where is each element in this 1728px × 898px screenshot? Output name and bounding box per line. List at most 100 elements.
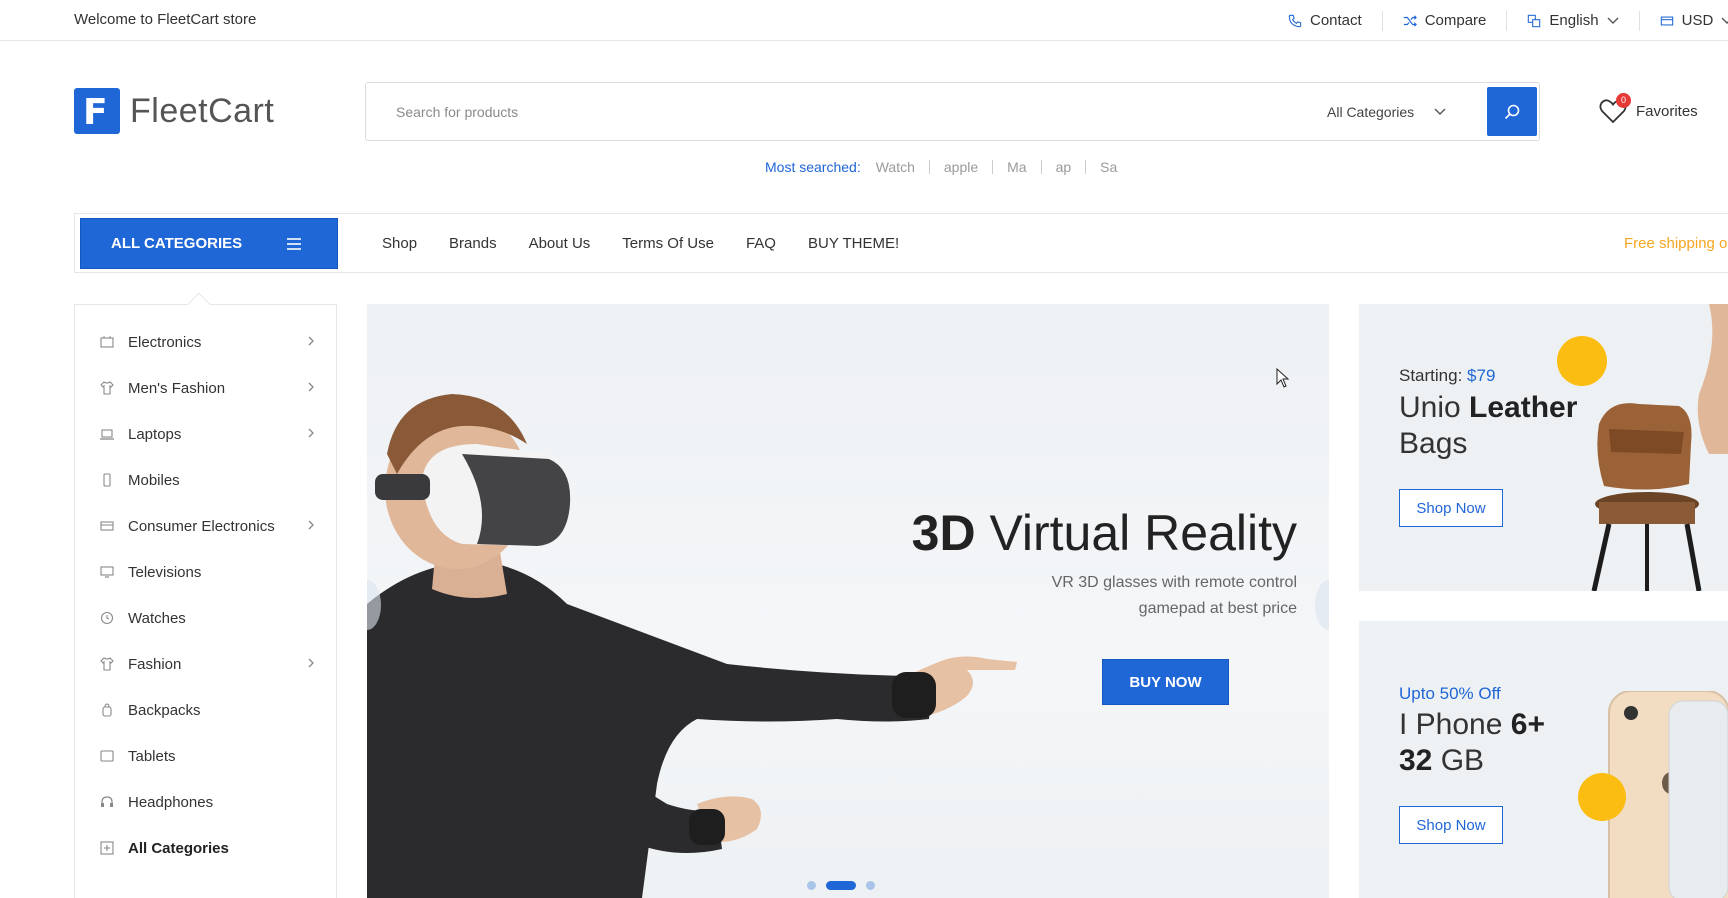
mobile-icon xyxy=(103,473,111,487)
sidebar-item-fashion[interactable]: Fashion xyxy=(100,652,315,676)
slider-dot-active[interactable] xyxy=(826,881,856,890)
electronics-icon xyxy=(100,336,114,348)
hero-subtitle: VR 3D glasses with remote control gamepa… xyxy=(927,570,1297,622)
all-categories-button[interactable]: ALL CATEGORIES xyxy=(80,218,338,269)
consumer-electronics-icon xyxy=(100,521,114,531)
sidebar-item-label: Electronics xyxy=(128,333,202,351)
phone-icon xyxy=(1288,14,1302,27)
contact-link[interactable]: Contact xyxy=(1268,11,1382,31)
sidebar-item-label: Tablets xyxy=(128,747,176,765)
slider-dots xyxy=(807,881,875,890)
sidebar-item-watches[interactable]: Watches xyxy=(100,606,315,630)
hero-title-rest: Virtual Reality xyxy=(975,505,1297,561)
sidebar-item-label: All Categories xyxy=(128,839,229,857)
most-searched-term[interactable]: Sa xyxy=(1085,160,1131,174)
nav-link-buy-theme[interactable]: BUY THEME! xyxy=(808,235,899,252)
slider-dot[interactable] xyxy=(866,881,875,890)
iphone-pre-label: Upto 50% Off xyxy=(1399,684,1501,703)
buy-now-button[interactable]: BUY NOW xyxy=(1102,659,1229,705)
watch-icon xyxy=(100,611,114,625)
translate-icon xyxy=(1528,14,1541,27)
money-icon xyxy=(1660,16,1673,25)
tv-icon xyxy=(100,566,114,578)
favorites-label: Favorites xyxy=(1636,102,1698,120)
store-logo[interactable]: F FleetCart xyxy=(74,88,274,134)
leather-bag-image xyxy=(1591,304,1728,591)
shirt-icon xyxy=(100,657,114,671)
most-searched-term[interactable]: apple xyxy=(928,160,992,174)
sidebar-item-laptops[interactable]: Laptops xyxy=(100,422,315,446)
iphone-title: I Phone 6+ 32 GB xyxy=(1399,707,1545,779)
laptop-icon xyxy=(100,429,114,440)
shuffle-icon xyxy=(1403,14,1417,27)
chevron-right-icon xyxy=(308,382,314,392)
sidebar-item-label: Headphones xyxy=(128,793,214,811)
category-select-label: All Categories xyxy=(1327,104,1415,120)
favorites-link[interactable]: 0 Favorites xyxy=(1598,93,1698,126)
currency-select[interactable]: USD xyxy=(1638,10,1728,31)
bags-pre-label: Starting: $79 xyxy=(1399,366,1495,386)
search-input[interactable]: Search for products xyxy=(396,104,518,120)
sidebar-item-consumer-electronics[interactable]: Consumer Electronics xyxy=(100,514,315,538)
sidebar-item-all-categories[interactable]: All Categories xyxy=(100,836,315,860)
top-bar: Welcome to FleetCart store Contact Compa… xyxy=(0,0,1728,41)
decor-circle xyxy=(1578,773,1626,821)
sidebar-item-label: Backpacks xyxy=(128,701,201,719)
heart-icon: 0 xyxy=(1598,93,1631,126)
hero-subtitle-line: gamepad at best price xyxy=(1138,600,1297,617)
nav-link-faq[interactable]: FAQ xyxy=(746,235,776,252)
sidebar-item-label: Consumer Electronics xyxy=(128,517,275,535)
hero-subtitle-line: VR 3D glasses with remote control xyxy=(1051,574,1297,591)
search-button[interactable] xyxy=(1487,87,1537,136)
slider-dot[interactable] xyxy=(807,881,816,890)
sidebar-item-electronics[interactable]: Electronics xyxy=(100,330,315,354)
bags-starting-label: Starting: xyxy=(1399,366,1468,385)
sidebar-item-label: Mobiles xyxy=(128,471,180,489)
sidebar-item-mobiles[interactable]: Mobiles xyxy=(100,468,315,492)
nav-link-shop[interactable]: Shop xyxy=(382,235,417,252)
iphone-title-normal: I Phone xyxy=(1399,708,1511,741)
currency-label: USD xyxy=(1681,12,1714,29)
nav-links: Shop Brands About Us Terms Of Use FAQ BU… xyxy=(382,235,899,252)
search-bar: Search for products All Categories xyxy=(365,82,1540,141)
shirt-icon xyxy=(100,381,114,395)
bags-title-normal: Unio xyxy=(1399,391,1470,424)
chevron-down-icon xyxy=(1721,17,1728,24)
sidebar-item-label: Laptops xyxy=(128,425,182,443)
sidebar-item-televisions[interactable]: Televisions xyxy=(100,560,315,584)
most-searched-label: Most searched: xyxy=(765,159,861,175)
chevron-right-icon xyxy=(308,336,314,346)
promo-banner-bags[interactable]: Starting: $79 Unio Leather Bags Shop Now xyxy=(1359,304,1728,591)
bags-title-line2: Bags xyxy=(1399,427,1468,460)
nav-link-brands[interactable]: Brands xyxy=(449,235,497,252)
compare-link[interactable]: Compare xyxy=(1381,10,1507,31)
nav-link-about-us[interactable]: About Us xyxy=(529,235,591,252)
iphone-title-bold: 6+ xyxy=(1510,708,1545,741)
bags-shop-now-button[interactable]: Shop Now xyxy=(1399,489,1503,527)
hero-slider: 3D Virtual Reality VR 3D glasses with re… xyxy=(367,304,1329,898)
language-select[interactable]: English xyxy=(1506,10,1638,31)
all-categories-label: ALL CATEGORIES xyxy=(111,235,243,252)
nav-link-terms-of-use[interactable]: Terms Of Use xyxy=(622,235,714,252)
hero-title: 3D Virtual Reality xyxy=(857,504,1297,562)
bags-price: $79 xyxy=(1467,366,1496,385)
sidebar-item-headphones[interactable]: Headphones xyxy=(100,790,315,814)
search-icon xyxy=(1504,104,1520,119)
tablet-icon xyxy=(100,750,114,762)
chevron-right-icon xyxy=(308,658,314,668)
chevron-right-icon xyxy=(308,520,314,530)
most-searched-term[interactable]: Watch xyxy=(876,160,929,174)
iphone-shop-now-button[interactable]: Shop Now xyxy=(1399,806,1503,844)
logo-mark: F xyxy=(74,88,120,134)
welcome-text: Welcome to FleetCart store xyxy=(74,11,257,28)
most-searched-term[interactable]: ap xyxy=(1040,160,1086,174)
most-searched-term[interactable]: Ma xyxy=(992,160,1040,174)
sidebar-item-backpacks[interactable]: Backpacks xyxy=(100,698,315,722)
logo-letter: F xyxy=(83,92,108,133)
hero-title-bold: 3D xyxy=(911,505,976,561)
promo-banner-iphone[interactable]: Upto 50% Off I Phone 6+ 32 GB Shop Now xyxy=(1359,621,1728,898)
sidebar-item-tablets[interactable]: Tablets xyxy=(100,744,315,768)
category-select[interactable]: All Categories xyxy=(1327,104,1446,120)
sidebar-item-mens-fashion[interactable]: Men's Fashion xyxy=(100,376,315,400)
language-label: English xyxy=(1549,12,1599,29)
